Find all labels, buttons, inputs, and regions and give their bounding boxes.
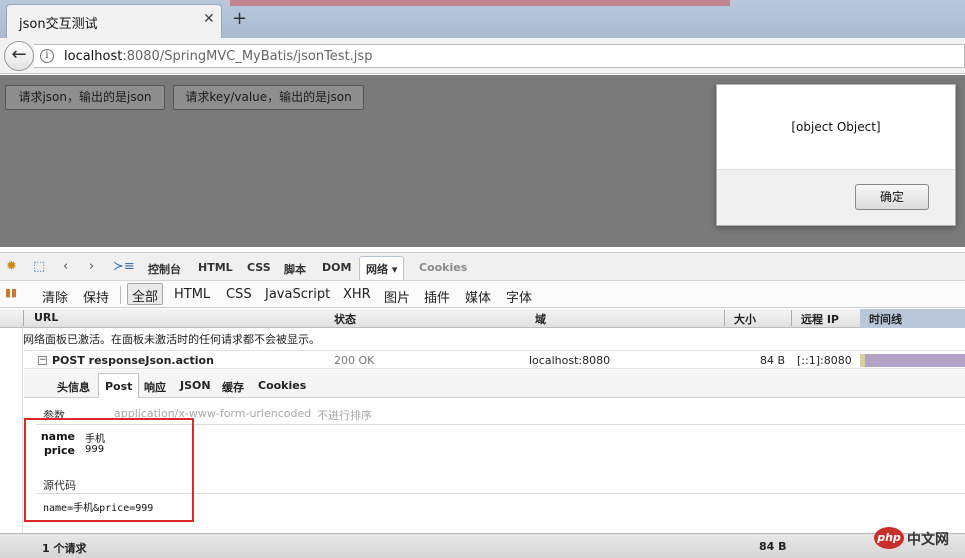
filter-xhr[interactable]: XHR xyxy=(343,287,371,302)
tab-script[interactable]: 脚本 xyxy=(284,261,306,277)
firebug-toolbar: ✹ ⬚ ‹ › ≻≡ 控制台 HTML CSS 脚本 DOM 网络 ▾ Cook… xyxy=(0,252,965,281)
column-timeline[interactable]: 时间线 xyxy=(869,311,902,327)
collapse-icon[interactable]: − xyxy=(38,356,47,365)
address-bar[interactable]: i localhost:8080/SpringMVC_MyBatis/jsonT… xyxy=(34,44,965,68)
tab-cookies-detail[interactable]: Cookies xyxy=(258,379,306,392)
tab-cache[interactable]: 缓存 xyxy=(222,379,244,395)
column-domain[interactable]: 域 xyxy=(535,311,546,327)
net-column-header: URL 状态 域 大小 远程 IP 时间线 xyxy=(0,309,965,328)
request-size: 84 B xyxy=(760,354,786,367)
request-remote-ip: [::1]:8080 xyxy=(797,354,852,367)
back-icon[interactable]: ‹ xyxy=(63,259,68,274)
url-path: :8080/SpringMVC_MyBatis/jsonTest.jsp xyxy=(122,49,373,64)
command-line-icon[interactable]: ≻≡ xyxy=(113,259,135,274)
persist-button[interactable]: 保持 xyxy=(83,287,109,306)
tab-html[interactable]: HTML xyxy=(198,261,233,274)
tabstrip-accent xyxy=(230,0,730,6)
tab-json[interactable]: JSON xyxy=(180,379,211,392)
tab-net[interactable]: 网络 ▾ xyxy=(359,256,405,281)
url-text: localhost:8080/SpringMVC_MyBatis/jsonTes… xyxy=(64,49,372,64)
net-left-gutter xyxy=(0,328,23,533)
column-url[interactable]: URL xyxy=(34,311,58,324)
tab-headers[interactable]: 头信息 xyxy=(57,379,90,395)
back-button[interactable]: ← xyxy=(4,41,34,71)
back-arrow-icon: ← xyxy=(11,44,27,65)
tab-response[interactable]: 响应 xyxy=(144,379,166,395)
tab-cookies[interactable]: Cookies xyxy=(419,261,467,274)
filter-divider xyxy=(120,286,121,304)
browser-tab[interactable]: json交互测试 ✕ xyxy=(6,4,222,38)
tab-title: json交互测试 xyxy=(19,17,98,32)
alert-ok-button[interactable]: 确定 xyxy=(855,184,929,210)
watermark-text: 中文网 xyxy=(907,532,949,548)
site-watermark: php 中文网 xyxy=(874,527,960,551)
column-remote-ip[interactable]: 远程 IP xyxy=(801,311,839,327)
site-info-icon[interactable]: i xyxy=(40,49,54,63)
request-count: 1 个请求 xyxy=(42,542,87,555)
column-status[interactable]: 状态 xyxy=(334,311,356,327)
sort-toggle[interactable]: 不进行排序 xyxy=(317,407,372,423)
xhr-icon[interactable]: ▮▮ xyxy=(5,286,17,299)
request-url: POST responseJson.action xyxy=(52,354,214,367)
request-json-button[interactable]: 请求json，输出的是json xyxy=(5,85,165,110)
total-size: 84 B xyxy=(759,540,787,553)
tab-post[interactable]: Post xyxy=(98,373,140,399)
browser-tab-strip: json交互测试 ✕ + xyxy=(0,0,965,38)
column-size[interactable]: 大小 xyxy=(734,311,756,327)
page-content: 请求json，输出的是json 请求key/value，输出的是json [ob… xyxy=(0,75,965,247)
request-row[interactable]: − POST responseJson.action 200 OK localh… xyxy=(24,350,965,369)
filter-media[interactable]: 媒体 xyxy=(465,287,491,306)
filter-css[interactable]: CSS xyxy=(226,287,252,302)
tab-css[interactable]: CSS xyxy=(247,261,271,274)
filter-all[interactable]: 全部 xyxy=(127,283,164,305)
net-activated-notice: 网络面板已激活。在面板未激活时的任何请求都不会被显示。 xyxy=(23,333,320,346)
timeline-bar xyxy=(860,354,965,367)
url-host: localhost xyxy=(64,49,123,64)
column-divider xyxy=(724,310,725,326)
net-filter-bar: ▮▮ 清除 保持 全部 HTML CSS JavaScript XHR 图片 插… xyxy=(0,280,965,308)
new-tab-button[interactable]: + xyxy=(232,8,247,29)
net-summary-bar: 1 个请求 84 B xyxy=(0,533,965,558)
firebug-bug-icon[interactable]: ✹ xyxy=(6,259,17,274)
column-divider xyxy=(23,310,24,326)
column-divider xyxy=(791,310,792,326)
filter-images[interactable]: 图片 xyxy=(384,287,410,306)
request-keyvalue-button[interactable]: 请求key/value，输出的是json xyxy=(173,85,364,110)
filter-fonts[interactable]: 字体 xyxy=(506,287,532,306)
annotation-highlight-box xyxy=(24,418,194,522)
tab-dom[interactable]: DOM xyxy=(322,261,351,274)
inspect-element-icon[interactable]: ⬚ xyxy=(33,259,45,274)
alert-footer: 确定 xyxy=(717,169,955,225)
forward-icon[interactable]: › xyxy=(89,259,94,274)
navigation-bar: ← i localhost:8080/SpringMVC_MyBatis/jso… xyxy=(0,38,965,74)
alert-message: [object Object] xyxy=(791,120,881,134)
filter-javascript[interactable]: JavaScript xyxy=(265,287,330,302)
filter-plugins[interactable]: 插件 xyxy=(424,287,450,306)
close-tab-icon[interactable]: ✕ xyxy=(203,11,215,27)
tab-net-label: 网络 xyxy=(366,263,388,276)
chevron-down-icon: ▾ xyxy=(391,263,398,276)
filter-html[interactable]: HTML xyxy=(174,287,210,302)
request-domain: localhost:8080 xyxy=(529,354,611,367)
alert-dialog: [object Object] 确定 xyxy=(716,84,956,226)
request-status: 200 OK xyxy=(334,354,375,367)
clear-button[interactable]: 清除 xyxy=(42,287,68,306)
php-logo-icon: php xyxy=(874,527,904,549)
request-detail-tabs: 头信息 Post 响应 JSON 缓存 Cookies xyxy=(24,370,965,399)
tab-console[interactable]: 控制台 xyxy=(148,261,181,277)
